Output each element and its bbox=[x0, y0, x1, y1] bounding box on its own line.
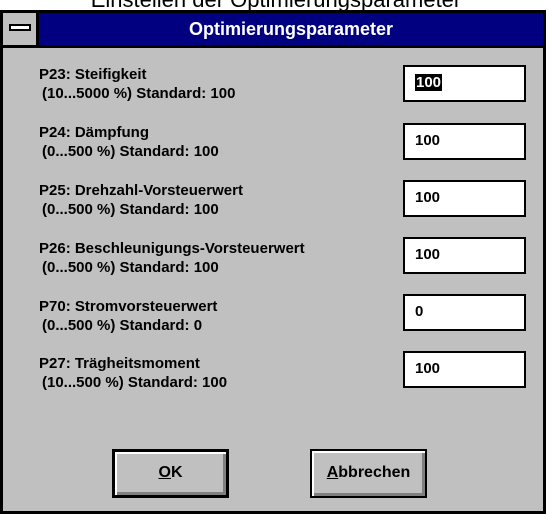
field-value: 100 bbox=[415, 132, 441, 149]
param-range: (10...5000 %) Standard: 100 bbox=[42, 85, 236, 102]
cancel-button[interactable]: Abbrechen bbox=[310, 449, 427, 498]
param-p24-input[interactable]: 100 bbox=[403, 123, 526, 160]
param-p25-label: P25: Drehzahl-Vorsteuerwert (0...500 %) … bbox=[39, 181, 243, 219]
param-name: P27: Trägheitsmoment bbox=[39, 355, 200, 372]
param-name: P24: Dämpfung bbox=[39, 124, 150, 141]
param-p27-label: P27: Trägheitsmoment (10...500 %) Standa… bbox=[39, 354, 227, 392]
ok-button[interactable]: OK bbox=[112, 449, 229, 498]
param-p70-input[interactable]: 0 bbox=[403, 294, 526, 331]
param-range: (0...500 %) Standard: 100 bbox=[42, 143, 219, 160]
dialog-window: Optimierungsparameter P23: Steifigkeit (… bbox=[0, 10, 546, 514]
field-value: 100 bbox=[415, 360, 441, 377]
param-p26-input[interactable]: 100 bbox=[403, 237, 526, 274]
param-range: (10...500 %) Standard: 100 bbox=[42, 374, 228, 391]
title-bar: Optimierungsparameter bbox=[3, 13, 543, 48]
param-name: P70: Stromvorsteuerwert bbox=[39, 298, 218, 315]
param-p70-label: P70: Stromvorsteuerwert (0...500 %) Stan… bbox=[39, 297, 217, 335]
field-value: 100 bbox=[415, 189, 441, 206]
param-p27-input[interactable]: 100 bbox=[403, 351, 526, 388]
field-value: 0 bbox=[415, 303, 424, 320]
selected-value: 100 bbox=[415, 74, 443, 91]
param-range: (0...500 %) Standard: 100 bbox=[42, 259, 219, 276]
param-name: P25: Drehzahl-Vorsteuerwert bbox=[39, 182, 243, 199]
param-range: (0...500 %) Standard: 0 bbox=[42, 317, 203, 334]
system-menu-icon bbox=[9, 24, 31, 31]
param-p25-input[interactable]: 100 bbox=[403, 180, 526, 217]
field-value: 100 bbox=[415, 246, 441, 263]
cancel-button-label: Abbrechen bbox=[326, 464, 411, 481]
param-p23-input[interactable]: 100 bbox=[403, 65, 526, 102]
system-menu-button[interactable] bbox=[3, 13, 39, 45]
param-p23-label: P23: Steifigkeit (10...5000 %) Standard:… bbox=[39, 65, 235, 103]
param-name: P26: Beschleunigungs-Vorsteuerwert bbox=[39, 240, 305, 257]
param-p24-label: P24: Dämpfung (0...500 %) Standard: 100 bbox=[39, 123, 219, 161]
ok-button-label: OK bbox=[158, 464, 183, 481]
param-range: (0...500 %) Standard: 100 bbox=[42, 201, 219, 218]
param-name: P23: Steifigkeit bbox=[39, 66, 147, 83]
param-p26-label: P26: Beschleunigungs-Vorsteuerwert (0...… bbox=[39, 239, 305, 277]
window-title: Optimierungsparameter bbox=[188, 19, 394, 39]
